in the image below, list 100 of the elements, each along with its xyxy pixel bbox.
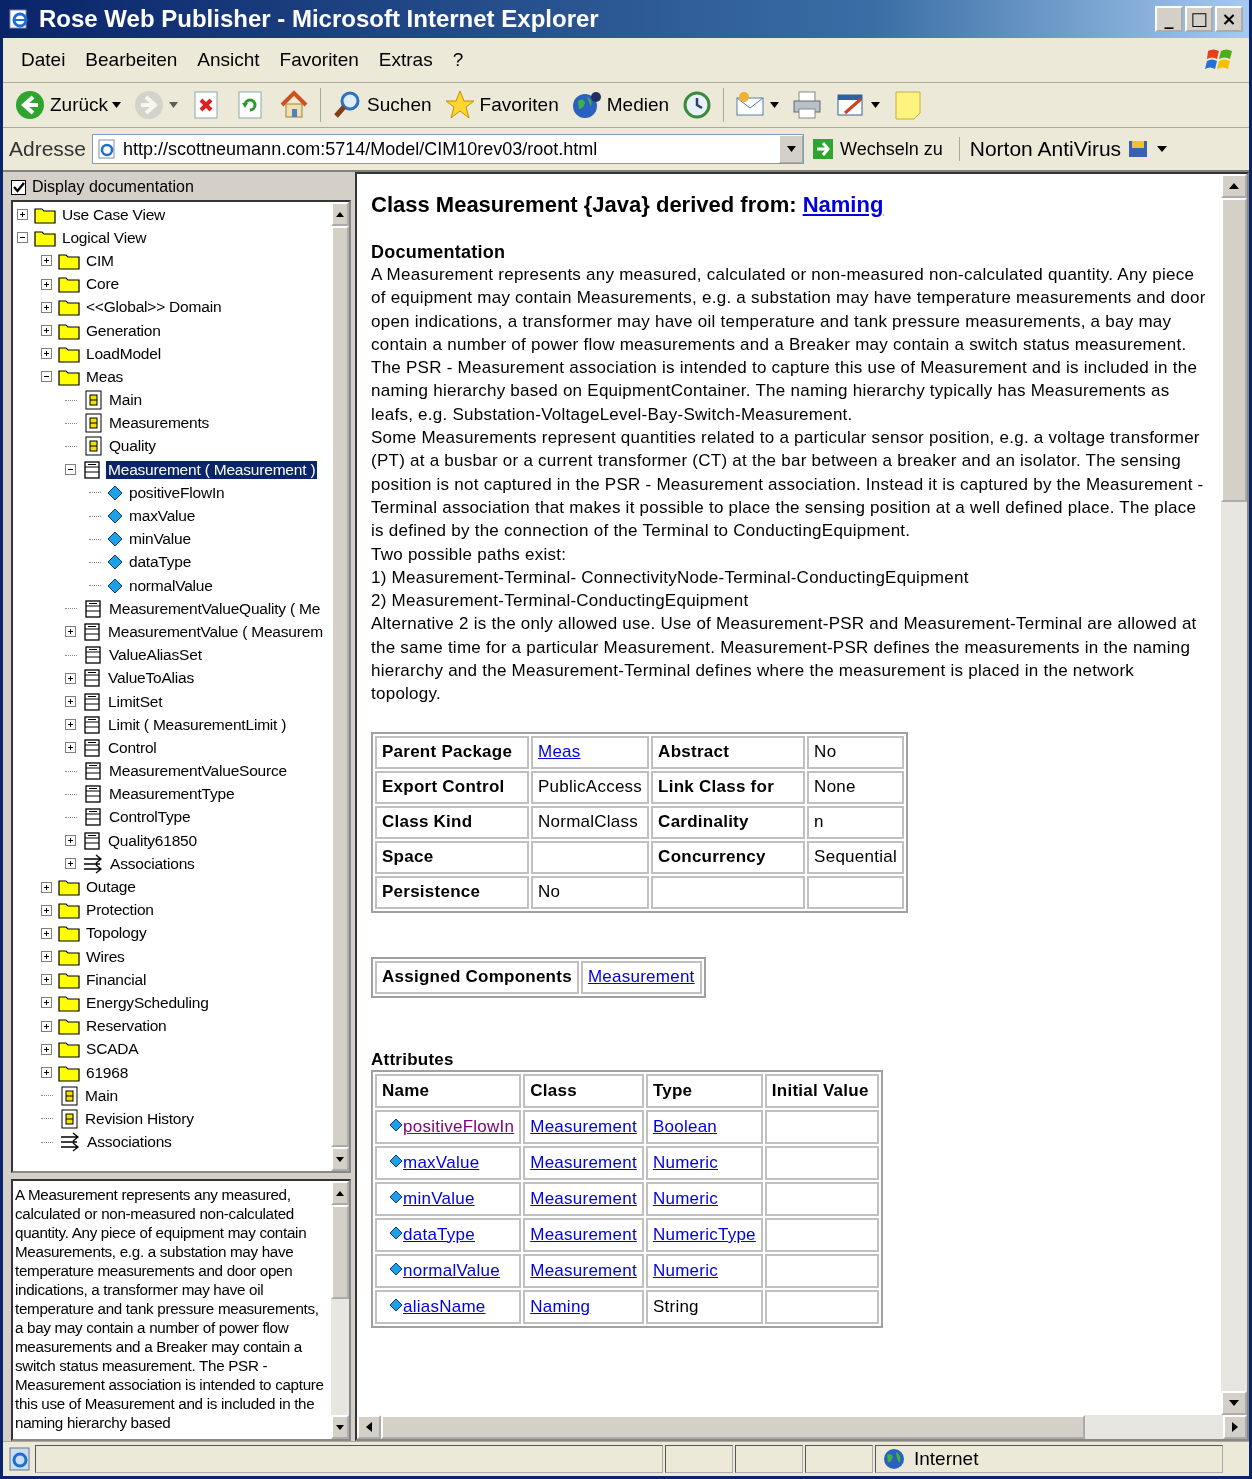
- tree-item[interactable]: LimitSet: [106, 692, 165, 711]
- expand-toggle[interactable]: [41, 1067, 52, 1079]
- expand-toggle[interactable]: [41, 904, 52, 916]
- tree-item[interactable]: <<Global>> Domain: [84, 298, 224, 317]
- tree-item[interactable]: minValue: [127, 530, 193, 549]
- search-button[interactable]: Suchen: [326, 87, 437, 123]
- scroll-thumb[interactable]: [381, 1415, 1085, 1439]
- tree-item[interactable]: CIM: [84, 251, 116, 270]
- menu-item[interactable]: Ansicht: [189, 45, 268, 75]
- tree-item[interactable]: dataType: [127, 553, 194, 572]
- caret-icon[interactable]: [770, 102, 780, 108]
- scroll-up-icon[interactable]: [336, 1190, 344, 1196]
- expand-toggle[interactable]: [41, 997, 52, 1009]
- go-button[interactable]: Wechseln zu: [810, 136, 945, 162]
- scroll-down-icon[interactable]: [336, 1424, 344, 1430]
- tree-item[interactable]: EnergyScheduling: [84, 993, 211, 1012]
- menu-item[interactable]: Favoriten: [271, 45, 367, 75]
- back-button[interactable]: Zurück: [9, 87, 127, 123]
- expand-toggle[interactable]: [65, 858, 76, 870]
- tree-item[interactable]: Associations: [108, 854, 197, 873]
- tree-item[interactable]: ValueAliasSet: [107, 646, 204, 665]
- expand-toggle[interactable]: [41, 325, 52, 337]
- tree-item[interactable]: Financial: [84, 970, 149, 989]
- tree-item[interactable]: Main: [83, 1086, 120, 1105]
- menu-item[interactable]: ?: [444, 45, 472, 75]
- tree-item[interactable]: Control: [106, 738, 159, 757]
- close-button[interactable]: ×: [1215, 6, 1243, 32]
- tree-item[interactable]: ValueToAlias: [106, 669, 197, 688]
- expand-toggle[interactable]: [41, 974, 52, 986]
- tree-item[interactable]: Topology: [84, 924, 149, 943]
- tree-item[interactable]: maxValue: [127, 507, 198, 526]
- expand-toggle[interactable]: [65, 742, 76, 754]
- expand-toggle[interactable]: [41, 927, 52, 939]
- tree-item[interactable]: Core: [84, 275, 121, 294]
- tree-item[interactable]: 61968: [84, 1063, 131, 1082]
- expand-toggle[interactable]: [41, 881, 52, 893]
- expand-toggle[interactable]: [65, 835, 76, 847]
- scroll-right-icon[interactable]: [1232, 1422, 1238, 1432]
- expand-toggle[interactable]: [41, 1020, 52, 1032]
- tree-item[interactable]: Limit ( MeasurementLimit ): [106, 715, 289, 734]
- tree-item[interactable]: Meas: [84, 367, 126, 386]
- expand-toggle[interactable]: [41, 255, 52, 267]
- scroll-down-icon[interactable]: [1229, 1400, 1239, 1406]
- maximize-button[interactable]: □: [1185, 6, 1213, 32]
- expand-toggle[interactable]: [65, 626, 76, 638]
- tree-item[interactable]: Wires: [84, 947, 127, 966]
- tree-item[interactable]: MeasurementType: [107, 785, 237, 804]
- tree-item[interactable]: MeasurementValueSource: [107, 762, 289, 781]
- expand-toggle[interactable]: [41, 278, 52, 290]
- naming-link[interactable]: Naming: [802, 192, 884, 217]
- address-field[interactable]: http://scottneumann.com:5714/Model/CIM10rev03/root.html: [92, 134, 805, 164]
- expand-toggle[interactable]: [65, 719, 76, 731]
- expand-toggle[interactable]: [65, 672, 76, 684]
- tree-item[interactable]: normalValue: [127, 576, 215, 595]
- minimize-button[interactable]: _: [1155, 6, 1183, 32]
- scroll-thumb[interactable]: [1221, 198, 1247, 502]
- expand-toggle[interactable]: [65, 696, 76, 708]
- scroll-down-icon[interactable]: [336, 1156, 344, 1162]
- scroll-up-icon[interactable]: [336, 211, 344, 217]
- expand-toggle[interactable]: [41, 348, 52, 360]
- scrollbar[interactable]: [1221, 174, 1247, 1415]
- menu-item[interactable]: Extras: [370, 45, 441, 75]
- scroll-thumb[interactable]: [331, 1205, 349, 1299]
- tree-item[interactable]: MeasurementValue ( Measurem: [106, 622, 325, 641]
- tree-item[interactable]: Measurements: [107, 414, 212, 433]
- expand-toggle[interactable]: [41, 1043, 52, 1055]
- tree-item[interactable]: SCADA: [84, 1040, 141, 1059]
- scroll-left-icon[interactable]: [366, 1422, 372, 1432]
- tree-item[interactable]: positiveFlowIn: [127, 483, 227, 502]
- horizontal-scrollbar[interactable]: [357, 1415, 1247, 1439]
- tree-item[interactable]: LoadModel: [84, 344, 163, 363]
- favorites-button[interactable]: Favoriten: [438, 87, 564, 123]
- tree-item[interactable]: Quality61850: [106, 831, 199, 850]
- tree-item[interactable]: MeasurementValueQuality ( Me: [107, 599, 323, 618]
- tree-item[interactable]: Measurement ( Measurement ): [106, 460, 318, 479]
- tree-item[interactable]: Use Case View: [60, 205, 168, 224]
- tree-item[interactable]: ControlType: [107, 808, 193, 827]
- collapse-toggle[interactable]: [41, 371, 52, 383]
- scroll-up-icon[interactable]: [1229, 183, 1239, 189]
- tree-item[interactable]: Revision History: [83, 1109, 196, 1128]
- caret-icon[interactable]: [871, 102, 881, 108]
- tree-item[interactable]: Reservation: [84, 1017, 169, 1036]
- scrollbar[interactable]: [331, 1181, 349, 1439]
- tree-item[interactable]: Outage: [84, 878, 138, 897]
- menu-item[interactable]: Bearbeiten: [77, 45, 186, 75]
- dropdown-button[interactable]: [779, 135, 804, 163]
- expand-toggle[interactable]: [41, 301, 52, 313]
- tree-item[interactable]: Associations: [85, 1133, 174, 1152]
- tree-item[interactable]: Generation: [84, 321, 163, 340]
- media-button[interactable]: Medien: [565, 87, 675, 123]
- tree-item[interactable]: Main: [107, 391, 144, 410]
- collapse-toggle[interactable]: [17, 232, 28, 244]
- tree-item[interactable]: Logical View: [60, 228, 149, 247]
- tree-item[interactable]: Protection: [84, 901, 156, 920]
- caret-icon[interactable]: [112, 102, 122, 108]
- tree-item[interactable]: Quality: [107, 437, 158, 456]
- expand-toggle[interactable]: [41, 951, 52, 963]
- caret-icon[interactable]: [1157, 146, 1168, 152]
- expand-toggle[interactable]: [17, 209, 28, 221]
- display-documentation-checkbox[interactable]: [11, 179, 26, 195]
